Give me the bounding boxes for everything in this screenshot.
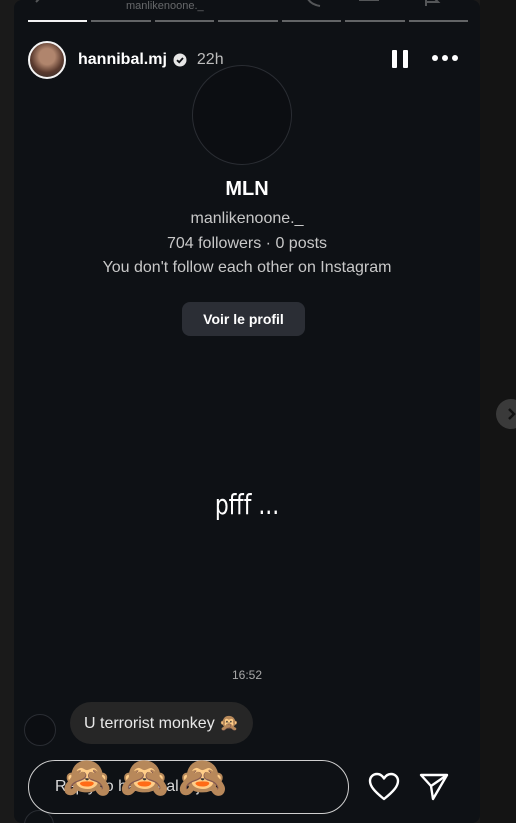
more-icon[interactable] [432, 48, 458, 61]
chevron-right-icon [508, 408, 516, 420]
ghost-toolbar: manlikenoone._ [14, 0, 480, 12]
follow-note: You don't follow each other on Instagram [102, 259, 392, 276]
time-ago: 22h [196, 51, 224, 68]
progress-segment [28, 20, 88, 22]
username[interactable]: hannibal.mj [78, 51, 167, 69]
story-progress [28, 20, 468, 22]
view-profile-button[interactable]: Voir le profil [182, 302, 305, 336]
profile-picture [192, 65, 292, 165]
progress-segment [91, 20, 151, 22]
pause-icon[interactable] [392, 50, 408, 70]
progress-segment [281, 20, 342, 22]
progress-segment [218, 20, 278, 22]
heart-icon[interactable] [368, 772, 400, 802]
story-viewer: manlikenoone._ hannibal.mj 22h MLN manli… [14, 0, 480, 823]
display-name: MLN [225, 178, 269, 200]
message-bubble: U terrorist monkey 🙊 [70, 702, 254, 744]
progress-segment [345, 20, 405, 22]
story-caption: pfff ... [214, 488, 280, 521]
message-timestamp: 16:52 [231, 668, 263, 682]
profile-stats: 704 followers · 0 posts [166, 235, 328, 252]
ghost-handle: manlikenoone._ [126, 0, 204, 12]
progress-segment [408, 20, 468, 22]
message-avatar [24, 714, 56, 746]
progress-segment [154, 20, 215, 22]
reply-input[interactable] [28, 760, 349, 814]
profile-handle: manlikenoone._ [190, 210, 304, 227]
avatar[interactable] [28, 41, 66, 79]
send-icon[interactable] [418, 772, 450, 802]
verified-badge-icon [173, 53, 187, 67]
